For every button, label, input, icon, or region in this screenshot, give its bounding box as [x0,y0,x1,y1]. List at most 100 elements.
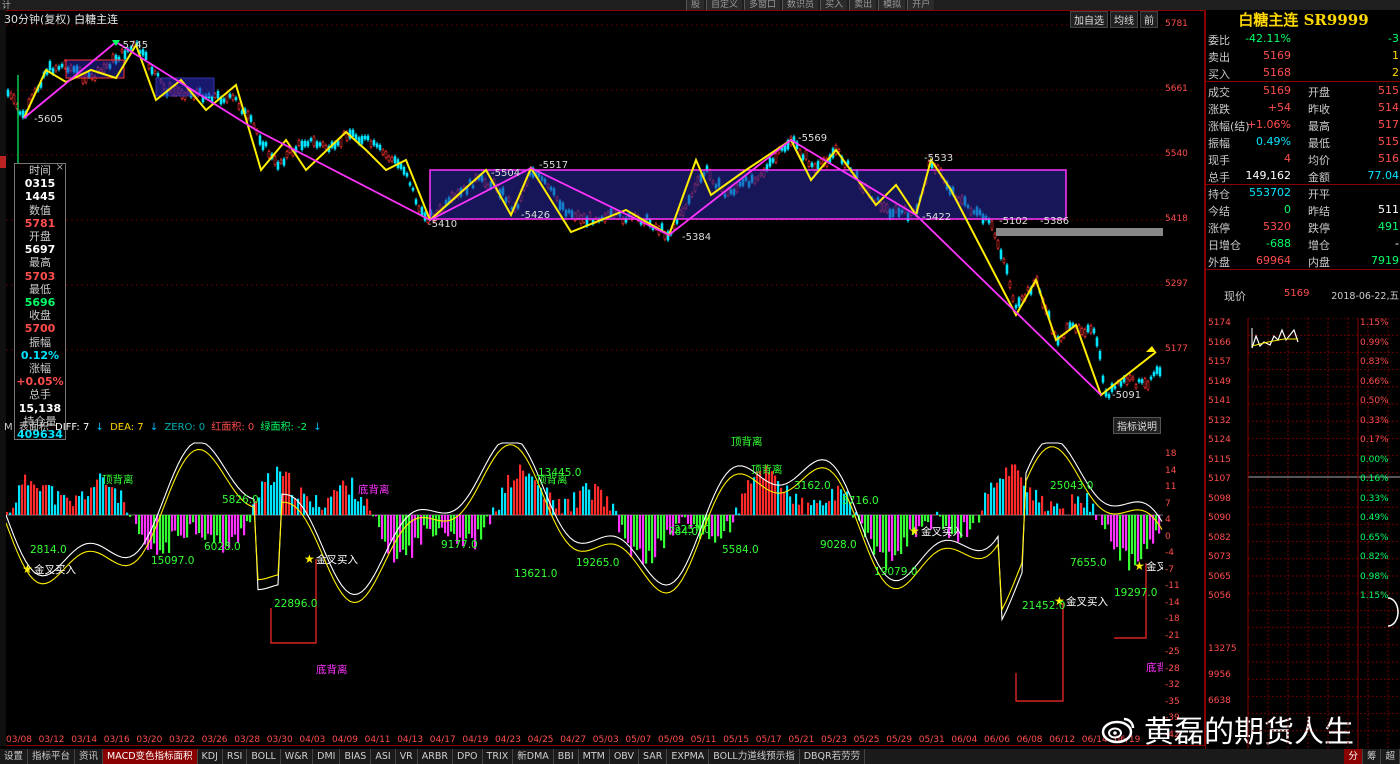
indicator-tab[interactable]: EXPMA [667,749,710,764]
candle [1080,328,1084,335]
crosshair-info-box: × 时间 0315 1445 数值 5781 开盘 5697 最高 5703 最低 5696 收盘 57… [14,162,66,441]
top-toolbar: 计 股自定义 多窗口 数识员 买入 卖出 模拟 开户 [0,0,1400,10]
indicator-prefix: M [4,422,13,433]
toolbar-tab[interactable]: 多窗口 [744,0,781,10]
candle [54,65,58,72]
macd-bar [372,515,375,517]
candle [300,140,304,150]
indicator-tab[interactable]: DPO [453,749,483,764]
kline-chart[interactable]: -5745 -5605 -5504 -5517 -5426 -5410 -5384 -5569… [6,10,1163,410]
info-value: 0315 [24,177,56,191]
price-tick: 5540 [1165,149,1188,159]
candle [1092,328,1096,334]
candle [408,182,412,186]
chart-button[interactable]: 均线 [1110,11,1138,28]
intraday-mini-chart[interactable]: 5174 5166 5157 5149 5141 5132 5124 5115 5107 5098… [1208,318,1400,749]
quote-value: 517 [1378,118,1399,131]
toolbar-tab[interactable]: 卖出 [849,0,877,10]
mini-volume-tick: 9956 [1208,670,1231,680]
macd-bar [63,495,66,515]
indicator-tab[interactable]: W&R [281,749,314,764]
macd-bar [678,515,681,524]
toolbar-tab[interactable]: 数识员 [782,0,819,10]
macd-bar [600,489,603,515]
mini-price-tick: 5090 [1208,513,1231,523]
indicator-tab[interactable]: ARBR [418,749,454,764]
indicator-tab[interactable]: BOLL力道线预示指 [709,749,800,764]
toolbar-tab[interactable]: 模拟 [878,0,906,10]
scroll-handle-icon[interactable] [1387,597,1399,627]
indicator-tab[interactable]: DBQR若劳劳 [800,749,866,764]
macd-bar [237,515,240,543]
macd-bar [498,509,501,515]
indicator-help-button[interactable]: 指标说明 [1113,417,1161,434]
indicator-label: 5584.0 [722,544,759,556]
indicator-tab[interactable]: KDJ [198,749,223,764]
macd-bar [435,515,438,536]
panel-tab[interactable]: 超 [1381,749,1400,764]
macd-bar [870,515,873,539]
mini-price-tick: 5166 [1208,337,1231,348]
quote-value: 69964 [1256,254,1291,267]
macd-bar [1014,464,1017,515]
macd-bar [660,515,663,541]
indicator-tab[interactable]: ASI [371,749,396,764]
chart-button[interactable]: 加自选 [1070,11,1108,28]
indicator-tab[interactable]: SAR [639,749,668,764]
toolbar-tab[interactable]: 买入 [820,0,848,10]
macd-bar [612,503,615,515]
chart-button[interactable]: 前 [1140,11,1158,28]
close-icon[interactable]: × [56,162,64,173]
arrow-icon [1146,346,1156,352]
quote-value: 515 [1378,135,1399,148]
toolbar-tab[interactable]: 自定义 [706,0,743,10]
macd-bar [72,506,75,515]
toolbar-tab[interactable]: 开户 [907,0,935,10]
macd-bar [444,515,447,534]
indicator-tab[interactable]: 新DMA [513,749,554,764]
toolbar-tab[interactable]: 股 [686,0,705,10]
indicator-tab[interactable]: 资讯 [75,749,104,764]
date-tick: 05/29 [886,735,913,745]
macd-bar [459,515,462,538]
candle [837,149,841,152]
indicator-tab[interactable]: RSI [223,749,248,764]
date-tick: 06/12 [1049,735,1076,745]
macd-bar [78,495,81,515]
mini-price-tick: 5132 [1208,415,1231,426]
macd-bar [1008,476,1011,515]
macd-bar [789,496,792,515]
indicator-tab[interactable]: MTM [579,749,610,764]
indicator-tab[interactable]: TRIX [483,749,514,764]
indicator-tab[interactable]: VR [396,749,418,764]
macd-bar [807,502,810,515]
indicator-tab[interactable]: BBI [554,749,579,764]
macd-bar [447,515,450,537]
macd-chart[interactable]: 顶背离底背离顶背离顶背离顶背离底背离底背离★金叉买入★金叉买入★金叉买入★金叉买… [6,433,1163,733]
macd-bar [465,515,468,539]
indicator-tab[interactable]: BOLL [247,749,281,764]
candle [339,137,343,148]
panel-tab[interactable]: 分 [1344,749,1363,764]
panel-tab[interactable]: 筹 [1363,749,1382,764]
candle [366,135,370,141]
macd-bar [84,499,87,515]
price-annotation: -5517 [539,160,568,171]
indicator-tab[interactable]: 指标平台 [28,749,76,764]
indicator-tab[interactable]: DMI [313,749,341,764]
macd-bar [1071,494,1074,515]
macd-bar [507,474,510,515]
macd-bar [216,515,219,536]
mini-price-tick: 5149 [1208,376,1231,387]
candle [378,144,382,150]
indicator-tab[interactable]: BIAS [340,749,372,764]
indicator-tab[interactable]: 设置 [0,749,29,764]
macd-bar [720,515,723,539]
indicator-tab[interactable]: OBV [610,749,640,764]
indicator-tab[interactable]: MACD变色指标面积 [103,749,198,764]
candle [216,90,220,99]
macd-bar [609,510,612,515]
macd-bar [1152,515,1155,544]
period-label[interactable]: 30分钟(复权) [4,13,71,26]
quote-label: 成交 [1208,86,1230,99]
